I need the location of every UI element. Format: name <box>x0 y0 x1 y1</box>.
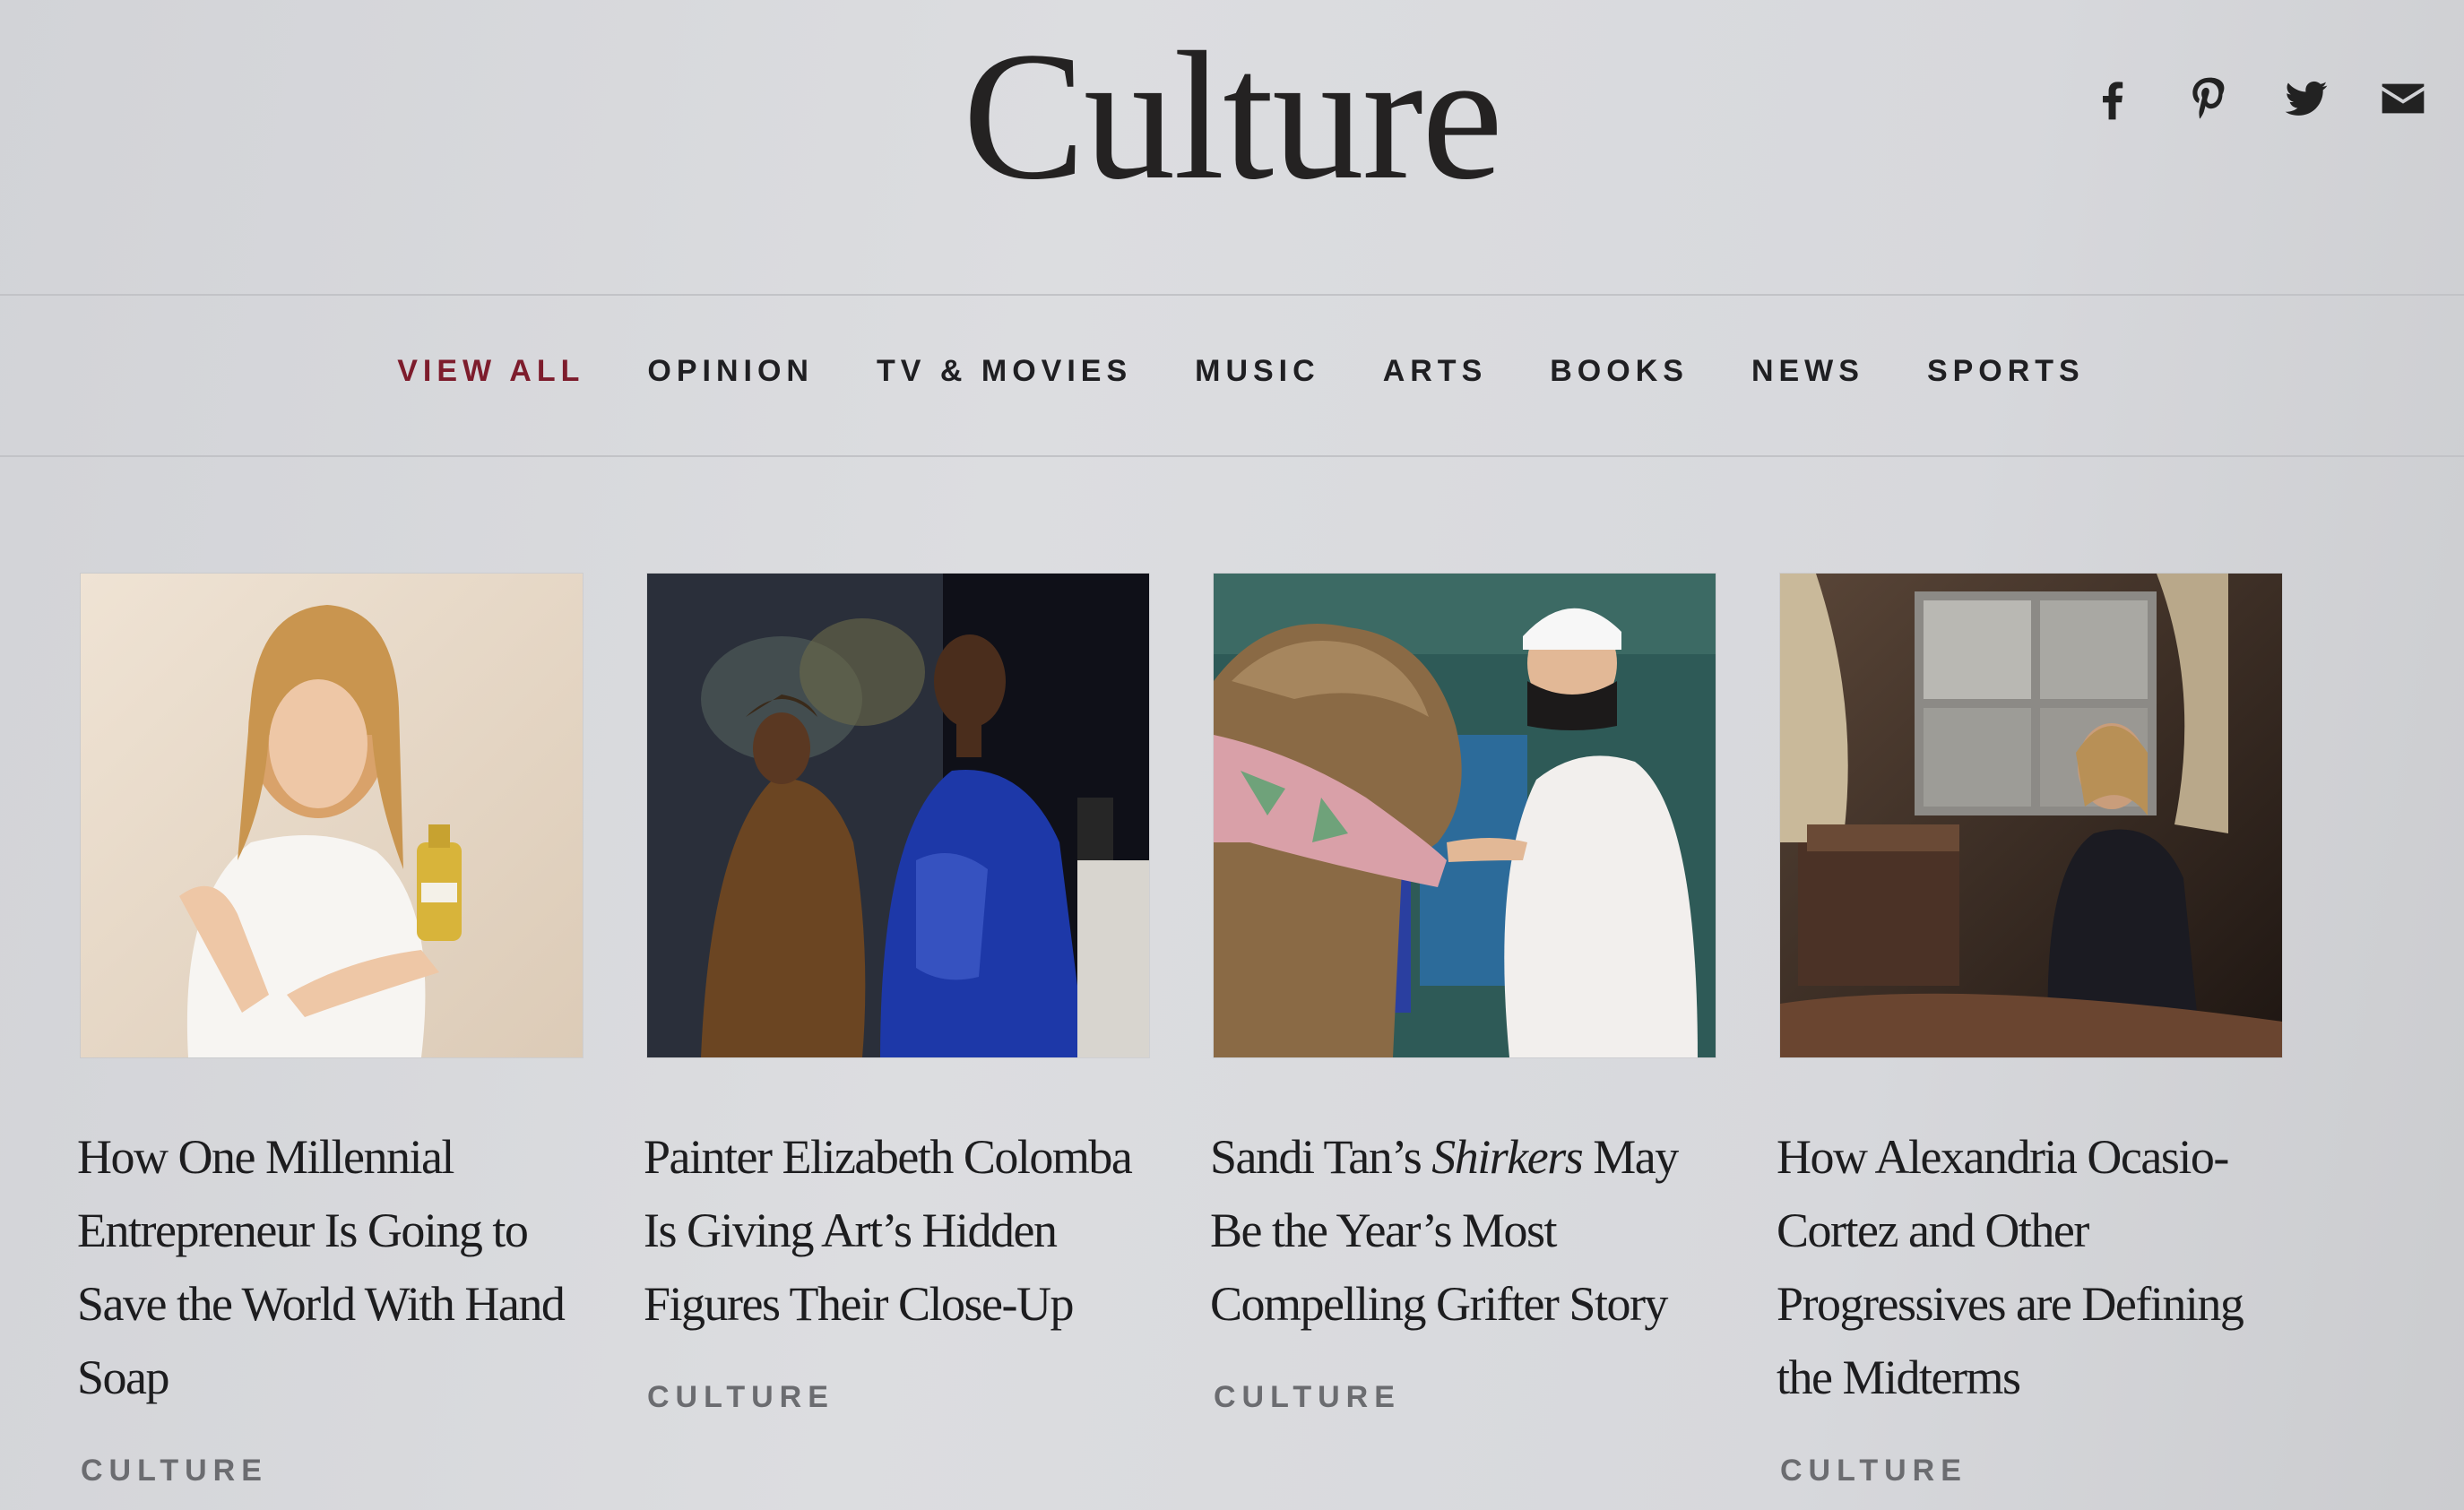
nav-arts[interactable]: ARTS <box>1383 354 1488 389</box>
article-image[interactable] <box>647 574 1149 1057</box>
article-category[interactable]: CULTURE <box>1780 1454 2291 1488</box>
article-image[interactable] <box>81 574 583 1057</box>
social-links <box>2088 73 2428 124</box>
article-category[interactable]: CULTURE <box>81 1454 592 1488</box>
article-category[interactable]: CULTURE <box>647 1380 1158 1415</box>
article-card[interactable]: Sandi Tan’s Shirkers May Be the Year’s M… <box>1210 574 1725 1488</box>
article-card[interactable]: How One Millennial Entrepreneur Is Going… <box>77 574 592 1488</box>
nav-music[interactable]: MUSIC <box>1195 354 1320 389</box>
article-image[interactable] <box>1780 574 2282 1057</box>
pinterest-icon[interactable] <box>2184 73 2235 124</box>
twitter-icon[interactable] <box>2281 73 2331 124</box>
article-headline[interactable]: How Alexandria Ocasio-Cortez and Other P… <box>1777 1120 2291 1414</box>
article-headline[interactable]: How One Millennial Entrepreneur Is Going… <box>77 1120 592 1414</box>
section-nav: VIEW ALL OPINION TV & MOVIES MUSIC ARTS … <box>0 354 2464 389</box>
facebook-icon[interactable] <box>2088 73 2138 124</box>
header-divider <box>0 294 2464 296</box>
article-headline[interactable]: Sandi Tan’s Shirkers May Be the Year’s M… <box>1210 1120 1725 1341</box>
email-icon[interactable] <box>2378 73 2428 124</box>
article-grid: How One Millennial Entrepreneur Is Going… <box>77 574 2291 1488</box>
nav-divider <box>0 455 2464 457</box>
nav-opinion[interactable]: OPINION <box>647 354 814 389</box>
nav-view-all[interactable]: VIEW ALL <box>397 354 584 389</box>
article-card[interactable]: Painter Elizabeth Colomba Is Giving Art’… <box>644 574 1158 1488</box>
nav-books[interactable]: BOOKS <box>1550 354 1689 389</box>
article-image[interactable] <box>1214 574 1716 1057</box>
article-card[interactable]: How Alexandria Ocasio-Cortez and Other P… <box>1777 574 2291 1488</box>
article-headline[interactable]: Painter Elizabeth Colomba Is Giving Art’… <box>644 1120 1158 1341</box>
nav-news[interactable]: NEWS <box>1751 354 1864 389</box>
nav-tv-movies[interactable]: TV & MOVIES <box>877 354 1132 389</box>
nav-sports[interactable]: SPORTS <box>1927 354 2085 389</box>
article-category[interactable]: CULTURE <box>1214 1380 1725 1415</box>
